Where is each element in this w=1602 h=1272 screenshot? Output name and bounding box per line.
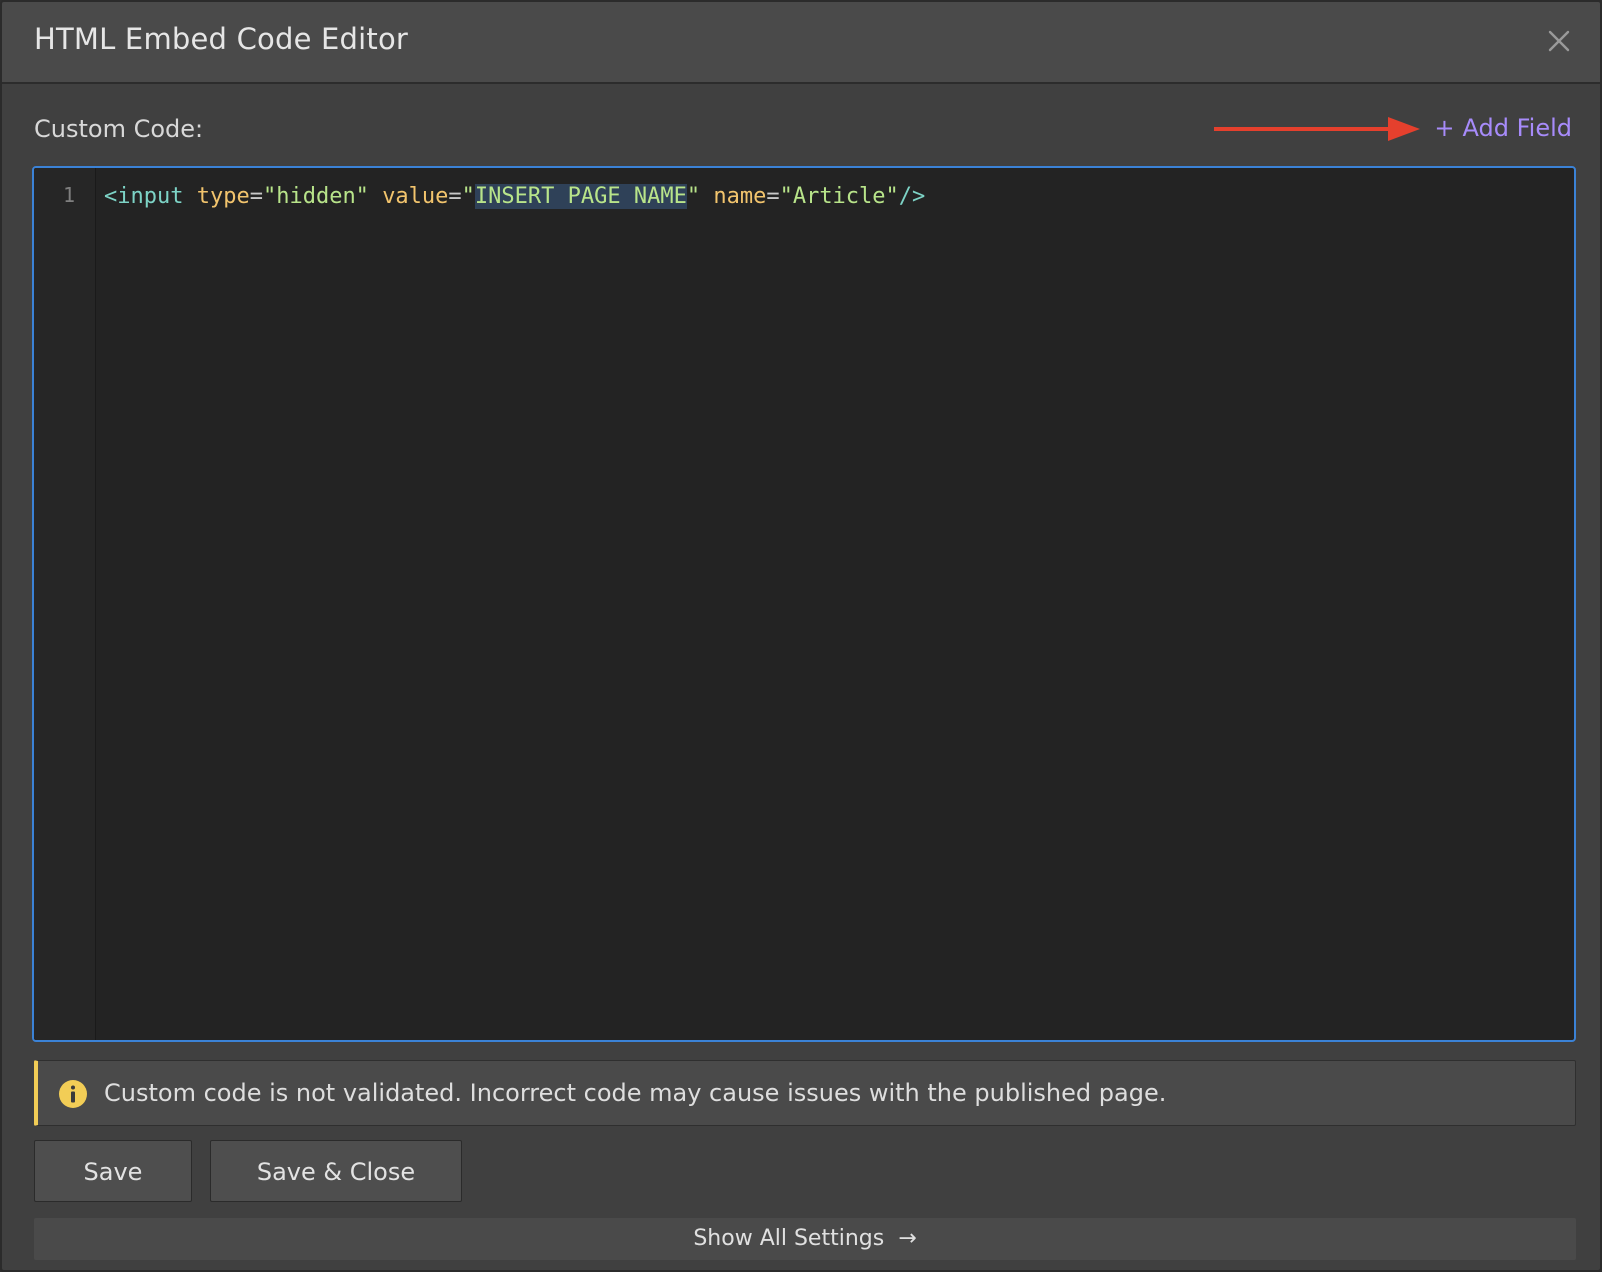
add-field-link[interactable]: + Add Field (1434, 114, 1572, 142)
html-embed-dialog: HTML Embed Code Editor Custom Code: + Add… (0, 0, 1602, 1272)
code-token-attr: name (713, 184, 767, 209)
show-all-settings-button[interactable]: Show All Settings → (34, 1218, 1576, 1260)
code-token-quote: " (461, 184, 475, 209)
plus-icon: + (1434, 114, 1455, 142)
code-token-equals: = (766, 184, 780, 209)
dialog-title: HTML Embed Code Editor (34, 22, 409, 56)
annotation-arrow-icon (1214, 117, 1420, 141)
code-token-string: "Article" (779, 184, 899, 209)
close-button[interactable] (1542, 24, 1576, 58)
save-close-button[interactable]: Save & Close (210, 1140, 462, 1202)
arrow-right-icon: → (898, 1226, 917, 1251)
save-button[interactable]: Save (34, 1140, 192, 1202)
code-token-quote: " (686, 184, 701, 209)
code-token-equals: = (448, 184, 462, 209)
code-line[interactable]: <input type="hidden" value="INSERT PAGE … (104, 182, 925, 212)
code-token-tag: <input (104, 184, 184, 209)
code-selection: INSERT PAGE NAME (474, 184, 687, 209)
code-token-tag-close: /> (898, 184, 926, 209)
code-token-equals: = (249, 184, 263, 209)
warning-text: Custom code is not validated. Incorrect … (104, 1079, 1167, 1107)
dialog-titlebar: HTML Embed Code Editor (2, 2, 1600, 84)
info-icon (59, 1080, 87, 1108)
custom-code-label: Custom Code: (34, 115, 204, 143)
code-token-attr: value (382, 184, 449, 209)
close-icon (1548, 30, 1570, 52)
line-number: 1 (62, 183, 75, 207)
code-token-attr: type (196, 184, 250, 209)
add-field-label: Add Field (1462, 114, 1573, 142)
show-all-settings-label: Show All Settings (693, 1226, 885, 1251)
code-editor[interactable]: 1 <input type="hidden" value="INSERT PAG… (32, 166, 1576, 1042)
validation-warning: Custom code is not validated. Incorrect … (34, 1060, 1576, 1126)
editor-gutter: 1 (34, 168, 96, 1040)
code-token-string: "hidden" (262, 184, 369, 209)
